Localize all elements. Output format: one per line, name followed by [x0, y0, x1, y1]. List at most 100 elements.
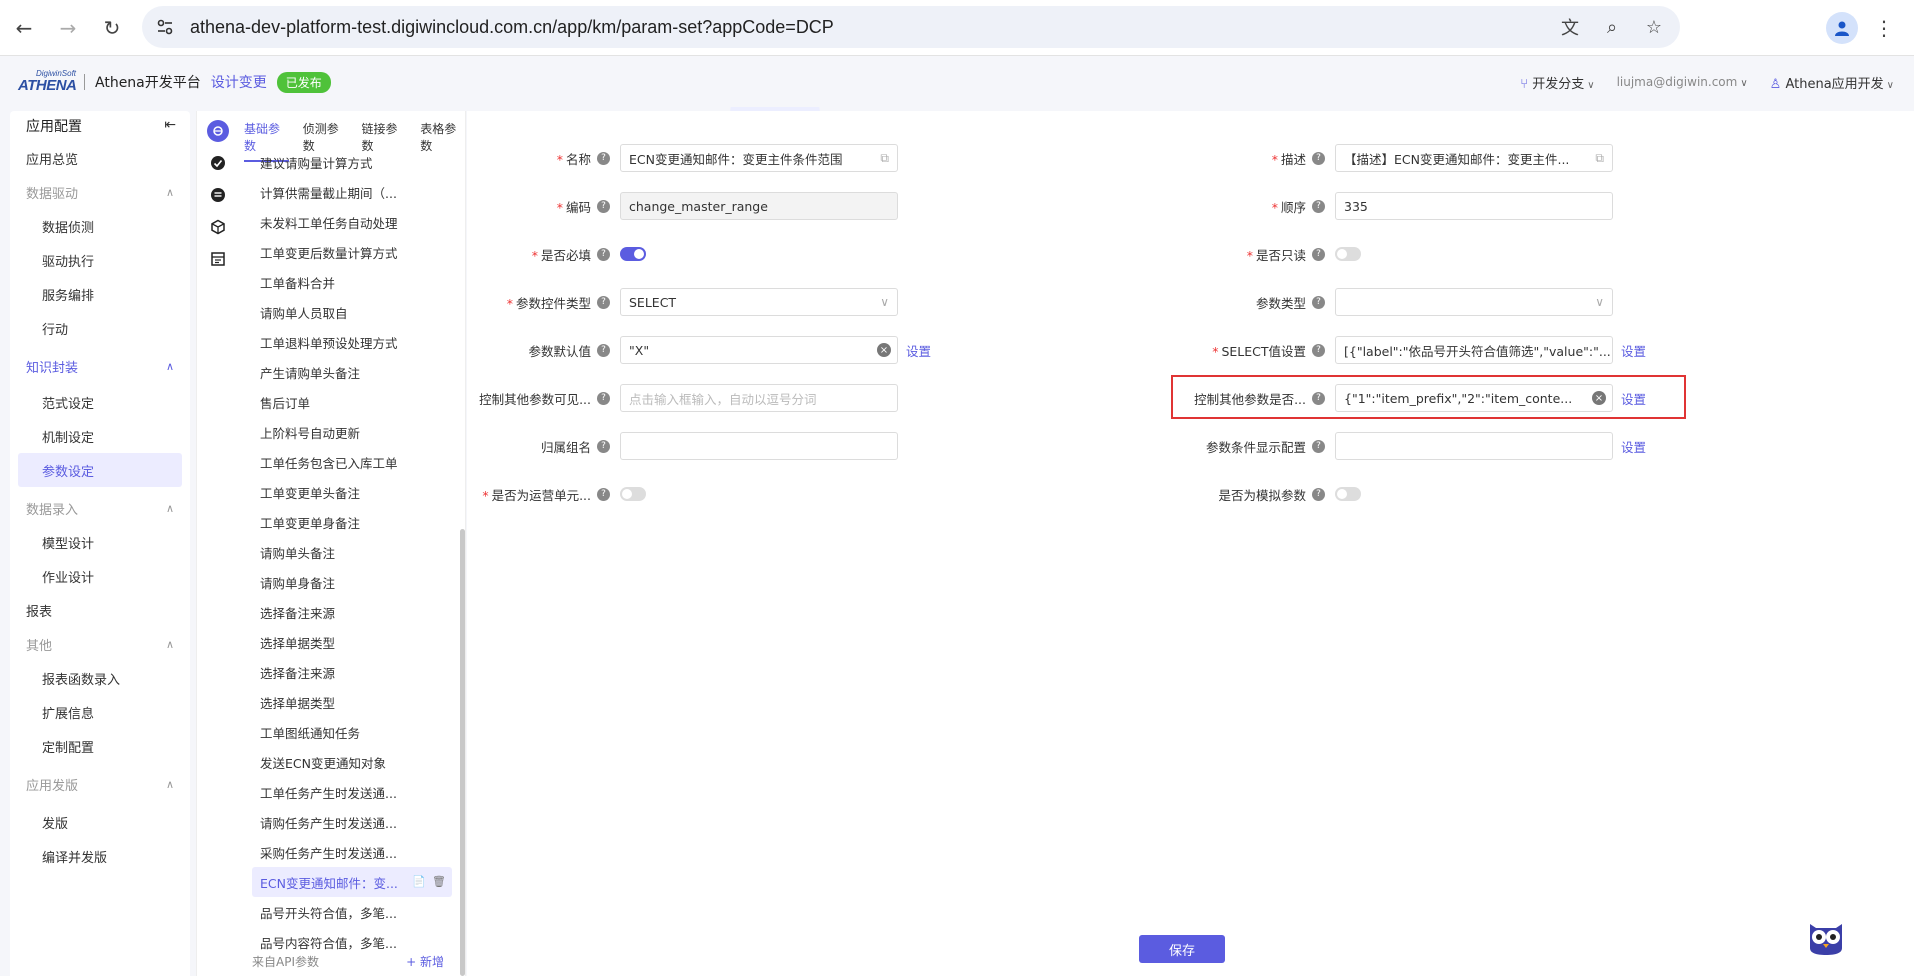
forward-icon[interactable]: →: [48, 8, 88, 48]
copy-icon[interactable]: ⧉: [1595, 151, 1604, 166]
list-circle-icon[interactable]: [209, 186, 227, 204]
help-icon[interactable]: ?: [1312, 247, 1325, 261]
help-icon[interactable]: ?: [597, 295, 610, 309]
sidebar-item-release[interactable]: 发版: [10, 805, 190, 839]
default-set-link[interactable]: 设置: [906, 341, 931, 360]
sidebar-item-report[interactable]: 报表: [10, 593, 190, 627]
sidebar-group-knowledge[interactable]: 知识封装 ∧: [10, 349, 190, 383]
select-value-input[interactable]: [{"label":"依品号开头符合值筛选","value":"...: [1335, 336, 1613, 364]
list-item[interactable]: ECN变更通知邮件：变... 📄 🗑: [252, 867, 452, 897]
list-item[interactable]: 采购任务产生时发送通...: [238, 837, 464, 867]
help-icon[interactable]: ?: [597, 247, 610, 261]
ops-toggle[interactable]: [620, 487, 646, 501]
help-icon[interactable]: ?: [597, 487, 610, 501]
default-value-input[interactable]: "X" ×: [620, 336, 898, 364]
sidebar-item-compile-release[interactable]: 编译并发版: [10, 839, 190, 873]
list-item[interactable]: 未发料工单任务自动处理: [238, 207, 464, 237]
list-item[interactable]: 选择单据类型: [238, 627, 464, 657]
help-icon[interactable]: ?: [597, 151, 610, 165]
list-item[interactable]: 售后订单: [238, 387, 464, 417]
check-circle-icon[interactable]: [209, 154, 227, 172]
athena-logo[interactable]: DigiwinSoft ATHENA: [18, 69, 78, 95]
help-icon[interactable]: ?: [1312, 439, 1325, 453]
edit-doc-icon[interactable]: 📄: [412, 875, 426, 888]
sidebar-item-job-design[interactable]: 作业设计: [10, 559, 190, 593]
mock-toggle[interactable]: [1335, 487, 1361, 501]
email-selector[interactable]: liujma@digiwin.com ∨: [1617, 75, 1748, 89]
required-toggle[interactable]: [620, 247, 646, 261]
sidebar-group-data-driven[interactable]: 数据驱动 ∧: [10, 175, 190, 209]
control-type-select[interactable]: SELECT ∨: [620, 288, 898, 316]
sidebar-item-drive-exec[interactable]: 驱动执行: [10, 243, 190, 277]
cube-icon[interactable]: [209, 218, 227, 236]
cond-input[interactable]: [1335, 432, 1613, 460]
list-item[interactable]: 产生请购单头备注: [238, 357, 464, 387]
clear-icon[interactable]: ×: [877, 343, 891, 357]
sidebar-item-model-design[interactable]: 模型设计: [10, 525, 190, 559]
list-item[interactable]: 选择单据类型: [238, 687, 464, 717]
sidebar-item-paradigm[interactable]: 范式设定: [10, 385, 190, 419]
select-set-link[interactable]: 设置: [1621, 341, 1646, 360]
help-icon[interactable]: ?: [597, 391, 610, 405]
translate-icon[interactable]: 文: [1558, 15, 1582, 39]
help-icon[interactable]: ?: [597, 343, 610, 357]
add-param-button[interactable]: + 新增: [406, 953, 444, 970]
list-item[interactable]: 工单图纸通知任务: [238, 717, 464, 747]
order-input[interactable]: 335: [1335, 192, 1613, 220]
readonly-toggle[interactable]: [1335, 247, 1361, 261]
sidebar-group-release[interactable]: 应用发版 ∧: [10, 767, 190, 801]
sidebar-group-other[interactable]: 其他 ∧: [10, 627, 190, 661]
assistant-owl-icon[interactable]: [1806, 918, 1846, 956]
list-item[interactable]: 请购任务产生时发送通...: [238, 807, 464, 837]
reload-icon[interactable]: ↻: [92, 8, 132, 48]
list-scrollbar[interactable]: [460, 529, 465, 976]
sidebar-item-ext-info[interactable]: 扩展信息: [10, 695, 190, 729]
help-icon[interactable]: ?: [1312, 199, 1325, 213]
list-item[interactable]: 工单变更后数量计算方式: [238, 237, 464, 267]
address-bar[interactable]: athena-dev-platform-test.digiwincloud.co…: [142, 6, 1680, 48]
back-icon[interactable]: ←: [4, 8, 44, 48]
name-input[interactable]: ECN变更通知邮件：变更主件条件范围 ⧉: [620, 144, 898, 172]
list-item[interactable]: 工单任务包含已入库工单: [238, 447, 464, 477]
list-item[interactable]: 选择备注来源: [238, 657, 464, 687]
design-change-link[interactable]: 设计变更: [211, 72, 267, 92]
help-icon[interactable]: ?: [597, 439, 610, 453]
list-item[interactable]: 请购单身备注: [238, 567, 464, 597]
branch-selector[interactable]: ⑂ 开发分支 ∨: [1520, 73, 1594, 92]
table-doc-icon[interactable]: [209, 250, 227, 268]
sidebar-item-overview[interactable]: 应用总览: [10, 141, 190, 175]
browser-menu-icon[interactable]: ⋮: [1874, 14, 1894, 42]
sidebar-item-service-orch[interactable]: 服务编排: [10, 277, 190, 311]
sidebar-item-custom-config[interactable]: 定制配置: [10, 729, 190, 763]
sidebar-item-action[interactable]: 行动: [10, 311, 190, 345]
desc-input[interactable]: 【描述】ECN变更通知邮件：变更主件... ⧉: [1335, 144, 1613, 172]
help-icon[interactable]: ?: [1312, 487, 1325, 501]
list-item[interactable]: 发送ECN变更通知对象: [238, 747, 464, 777]
delete-icon[interactable]: 🗑: [432, 875, 446, 888]
sidebar-item-mechanism[interactable]: 机制设定: [10, 419, 190, 453]
list-item[interactable]: 工单任务产生时发送通...: [238, 777, 464, 807]
url-text[interactable]: athena-dev-platform-test.digiwincloud.co…: [190, 17, 834, 38]
sidebar-group-data-entry[interactable]: 数据录入 ∧: [10, 491, 190, 525]
list-item[interactable]: 工单备料合并: [238, 267, 464, 297]
list-item[interactable]: 选择备注来源: [238, 597, 464, 627]
sidebar-item-report-func[interactable]: 报表函数录入: [10, 661, 190, 695]
bookmark-star-icon[interactable]: ☆: [1642, 15, 1666, 39]
group-input[interactable]: [620, 432, 898, 460]
visible-params-input[interactable]: 点击输入框输入，自动以逗号分词: [620, 384, 898, 412]
list-item[interactable]: 计算供需量截止期间（...: [238, 177, 464, 207]
list-item[interactable]: 工单变更单头备注: [238, 477, 464, 507]
copy-icon[interactable]: ⧉: [880, 151, 889, 166]
help-icon[interactable]: ?: [1312, 295, 1325, 309]
sidebar-item-data-detect[interactable]: 数据侦测: [10, 209, 190, 243]
profile-avatar-icon[interactable]: [1826, 12, 1858, 44]
list-item[interactable]: 品号开头符合值，多笔...: [238, 897, 464, 927]
list-item[interactable]: 建议请购量计算方式: [238, 147, 464, 177]
save-button[interactable]: 保存: [1139, 935, 1225, 963]
cond-set-link[interactable]: 设置: [1621, 437, 1646, 456]
list-item[interactable]: 请购单人员取自: [238, 297, 464, 327]
collapse-sidebar-icon[interactable]: ⇤: [164, 117, 176, 133]
list-item[interactable]: 请购单头备注: [238, 537, 464, 567]
user-selector[interactable]: ♙ Athena应用开发 ∨: [1770, 73, 1894, 92]
zoom-icon[interactable]: ⌕: [1600, 15, 1624, 39]
